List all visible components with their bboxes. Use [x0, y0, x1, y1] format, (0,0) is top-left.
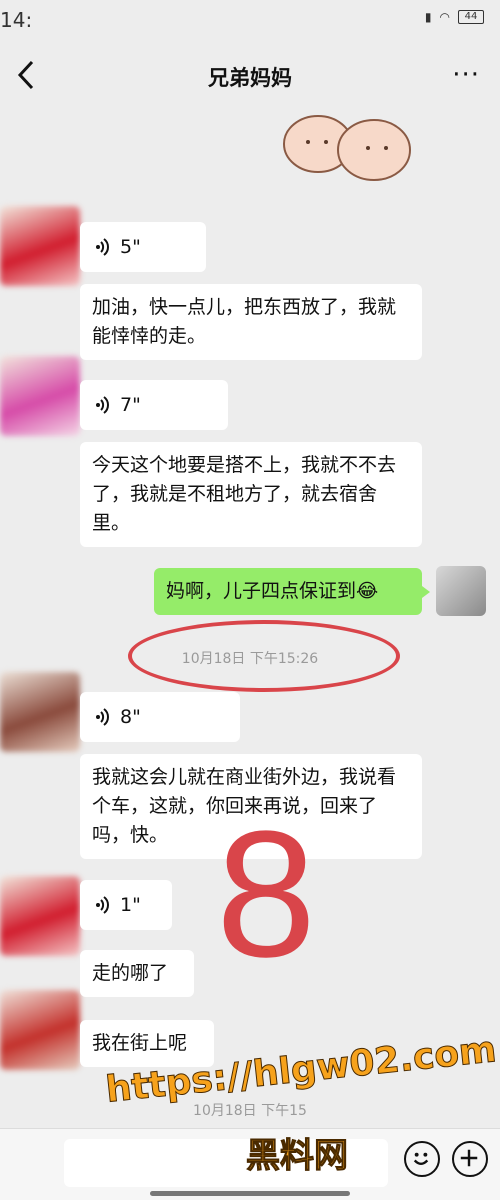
voice-duration: 7"	[120, 393, 141, 416]
voice-duration: 8"	[120, 705, 141, 728]
contact-avatar[interactable]	[0, 876, 80, 956]
text-message[interactable]: 今天这个地要是搭不上，我就不不去了，我就是不租地方了，就去宿舍里。	[80, 442, 422, 547]
voice-wave-icon	[96, 896, 109, 914]
voice-message[interactable]: 7"	[80, 380, 228, 430]
timestamp: 10月18日 下午15:26	[181, 651, 319, 667]
voice-duration: 1"	[120, 893, 141, 916]
status-icons: ▮ ◠ 44	[425, 10, 484, 24]
watermark-name: 黑料网	[246, 1136, 349, 1177]
text-message[interactable]: 加油，快一点儿，把东西放了，我就能悻悻的走。	[80, 284, 422, 360]
contact-avatar[interactable]	[0, 356, 80, 436]
battery-icon: 44	[458, 10, 484, 24]
voice-wave-icon	[96, 708, 109, 726]
contact-avatar[interactable]	[0, 990, 80, 1070]
contact-avatar[interactable]	[0, 206, 80, 286]
number-annotation: 8	[216, 794, 317, 995]
status-bar: 14: ▮ ◠ 44	[0, 0, 500, 40]
status-time: 14:	[0, 8, 33, 32]
voice-message[interactable]: 8"	[80, 692, 240, 742]
voice-wave-icon	[96, 238, 109, 256]
voice-wave-icon	[96, 396, 109, 414]
my-text-message[interactable]: 妈啊，儿子四点保证到😂	[154, 568, 430, 615]
my-avatar[interactable]	[436, 566, 486, 616]
contact-avatar[interactable]	[0, 672, 80, 752]
signal-icon: ▮	[424, 10, 432, 24]
chat-header: 兄弟妈妈 ···	[0, 44, 500, 108]
pig-sticker[interactable]	[278, 108, 414, 188]
watermark: https://hlgw02.com 黑料网	[103, 1029, 498, 1200]
voice-duration: 5"	[120, 235, 141, 258]
voice-message[interactable]: 1"	[80, 880, 172, 930]
wifi-icon: ◠	[439, 10, 450, 24]
voice-message[interactable]: 5"	[80, 222, 206, 272]
text-message[interactable]: 走的哪了	[80, 950, 194, 997]
chat-title: 兄弟妈妈	[208, 66, 292, 90]
more-options-button[interactable]: ···	[452, 60, 480, 90]
